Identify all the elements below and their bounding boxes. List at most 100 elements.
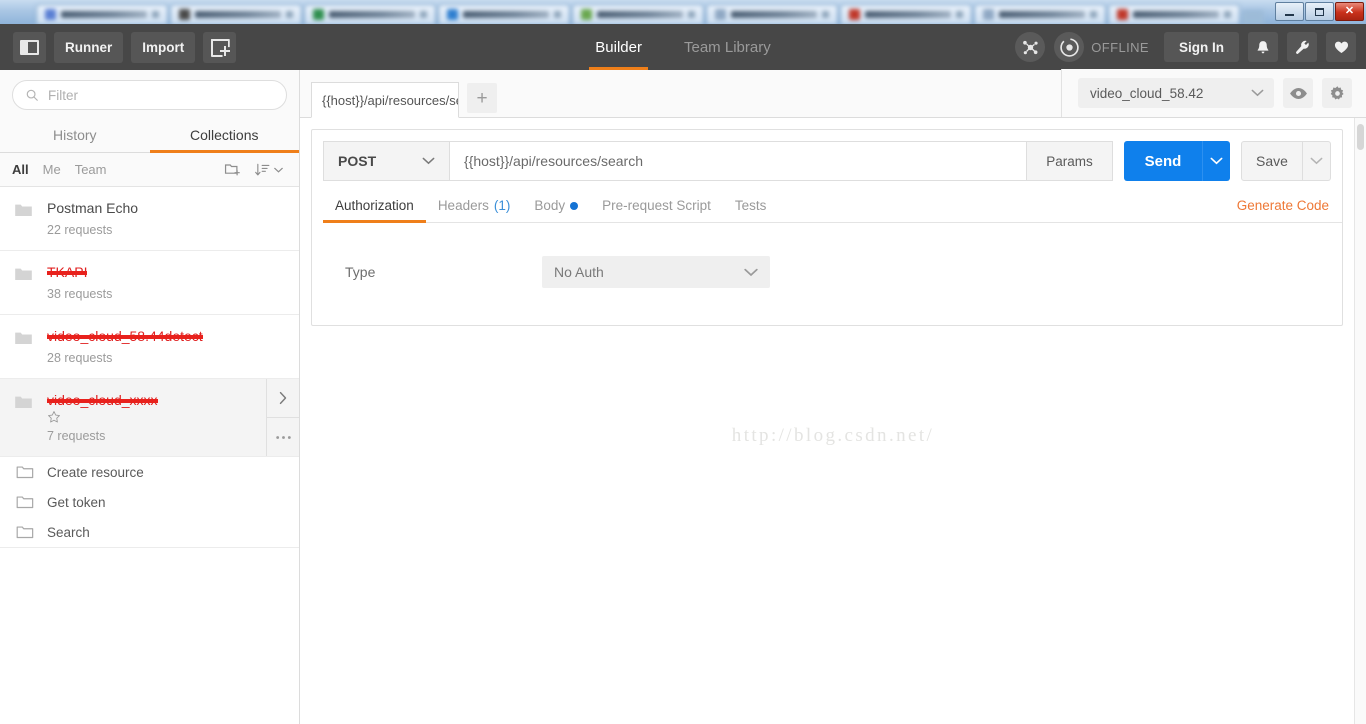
sidebar-toggle-button[interactable]: [13, 32, 46, 63]
environment-quick-look-button[interactable]: [1283, 78, 1313, 108]
window-close-button[interactable]: ✕: [1335, 2, 1364, 21]
star-icon: [47, 410, 61, 424]
close-icon: ✕: [1345, 6, 1354, 17]
save-options-button[interactable]: [1303, 141, 1331, 181]
generate-code-link[interactable]: Generate Code: [1225, 192, 1331, 222]
window-maximize-button[interactable]: [1305, 2, 1334, 21]
folder-item-get-token[interactable]: Get token: [0, 487, 299, 517]
request-url-text: {{host}}/api/resources/search: [464, 153, 643, 169]
browser-tab[interactable]: [438, 4, 570, 24]
sidebar-tab-collections[interactable]: Collections: [150, 119, 300, 153]
search-input[interactable]: [48, 88, 274, 103]
http-method-label: POST: [338, 153, 376, 169]
filter-box[interactable]: [12, 80, 287, 110]
send-options-button[interactable]: [1202, 141, 1230, 181]
folder-item-search[interactable]: Search: [0, 517, 299, 548]
scrollbar-thumb[interactable]: [1357, 124, 1364, 150]
authorization-pane: Type No Auth: [312, 223, 1342, 325]
send-button[interactable]: Send: [1124, 141, 1202, 181]
scope-filter-team[interactable]: Team: [75, 162, 107, 177]
collection-request-count: 38 requests: [47, 287, 289, 301]
sub-tab-headers[interactable]: Headers (1): [426, 192, 523, 222]
sub-tab-tests[interactable]: Tests: [723, 192, 779, 222]
request-tab[interactable]: {{host}}/api/resources/se: [311, 82, 459, 118]
request-url-input[interactable]: {{host}}/api/resources/search: [450, 141, 1027, 181]
browser-tab[interactable]: [304, 4, 436, 24]
settings-button[interactable]: [1287, 32, 1317, 62]
sign-in-button[interactable]: Sign In: [1164, 32, 1239, 62]
browser-tab[interactable]: [572, 4, 704, 24]
browser-tab[interactable]: [840, 4, 972, 24]
folder-icon: [16, 494, 34, 510]
sidebar-tab-history[interactable]: History: [0, 119, 150, 153]
collection-more-button[interactable]: [267, 418, 299, 456]
browser-tab[interactable]: [974, 4, 1106, 24]
http-method-selector[interactable]: POST: [323, 141, 450, 181]
sort-button[interactable]: [254, 162, 283, 178]
save-group: Save: [1241, 141, 1331, 181]
folder-label: Create resource: [47, 465, 144, 480]
collection-item[interactable]: TKAPI 38 requests: [0, 251, 299, 315]
auth-type-selector[interactable]: No Auth: [542, 256, 770, 288]
connection-status-button[interactable]: [1054, 32, 1084, 62]
chevron-down-icon: [274, 167, 283, 173]
sub-tab-pre-request-script[interactable]: Pre-request Script: [590, 192, 723, 222]
browser-tab[interactable]: [170, 4, 302, 24]
import-button[interactable]: Import: [131, 32, 195, 63]
more-options-icon: [275, 435, 292, 440]
collection-text: video_cloud_xxxx 7 requests: [45, 392, 289, 443]
collection-item[interactable]: video_cloud_58.44detect 28 requests: [0, 315, 299, 379]
runner-button[interactable]: Runner: [54, 32, 123, 63]
sub-tab-body[interactable]: Body: [522, 192, 590, 222]
folder-icon: [14, 330, 33, 346]
headers-count-badge: (1): [494, 198, 511, 213]
browser-tab[interactable]: [36, 4, 168, 24]
save-button[interactable]: Save: [1241, 141, 1303, 181]
collection-text: Postman Echo 22 requests: [45, 200, 289, 237]
nav-tab-builder[interactable]: Builder: [579, 24, 658, 70]
sub-tab-label: Authorization: [335, 198, 414, 213]
environment-selector[interactable]: video_cloud_58.42: [1078, 78, 1274, 108]
request-url-row: POST {{host}}/api/resources/search Param…: [312, 130, 1342, 181]
sub-tab-authorization[interactable]: Authorization: [323, 192, 426, 222]
nav-tab-team-library[interactable]: Team Library: [668, 24, 787, 70]
chevron-down-icon: [1251, 89, 1264, 97]
sub-tab-label: Pre-request Script: [602, 198, 711, 213]
folder-icon: [14, 266, 33, 282]
app-header: Runner Import Builder Team Library: [0, 24, 1366, 70]
offline-status-icon: [1059, 37, 1080, 58]
browser-new-tab-button[interactable]: [1242, 10, 1264, 24]
sidebar-toggle-icon: [20, 40, 39, 55]
folder-item-create-resource[interactable]: Create resource: [0, 457, 299, 487]
browser-tab-strip-blurred: [0, 0, 1366, 24]
sub-tab-label: Tests: [735, 198, 767, 213]
sidebar: History Collections All Me Team: [0, 70, 300, 724]
notifications-button[interactable]: [1248, 32, 1278, 62]
main-scrollbar[interactable]: [1354, 118, 1366, 724]
sync-button[interactable]: [1015, 32, 1045, 62]
star-button[interactable]: [47, 410, 289, 424]
new-window-button[interactable]: [203, 32, 236, 63]
collection-scope-row: All Me Team: [0, 153, 299, 187]
scope-filter-me[interactable]: Me: [43, 162, 61, 177]
sub-tab-label: Body: [534, 198, 565, 213]
collection-expand-button[interactable]: [267, 379, 299, 418]
collection-item-selected[interactable]: video_cloud_xxxx 7 requests: [0, 379, 299, 457]
header-right-group: OFFLINE Sign In: [1015, 32, 1356, 62]
browser-tab[interactable]: [1108, 4, 1240, 24]
new-collection-icon[interactable]: [223, 161, 242, 178]
browser-tab[interactable]: [706, 4, 838, 24]
favorites-button[interactable]: [1326, 32, 1356, 62]
chevron-down-icon: [1310, 157, 1323, 165]
scope-filter-all[interactable]: All: [12, 162, 29, 177]
request-sub-tabs: Authorization Headers (1) Body Pre-reque…: [323, 192, 1342, 223]
window-minimize-button[interactable]: [1275, 2, 1304, 21]
manage-environments-button[interactable]: [1322, 78, 1352, 108]
params-button[interactable]: Params: [1027, 141, 1113, 181]
collection-item[interactable]: Postman Echo 22 requests: [0, 187, 299, 251]
collection-actions: [266, 379, 299, 456]
auth-type-label: Type: [312, 264, 542, 280]
app-body: History Collections All Me Team: [0, 70, 1366, 724]
add-request-tab-button[interactable]: +: [467, 83, 497, 113]
environment-selected-label: video_cloud_58.42: [1090, 86, 1203, 101]
